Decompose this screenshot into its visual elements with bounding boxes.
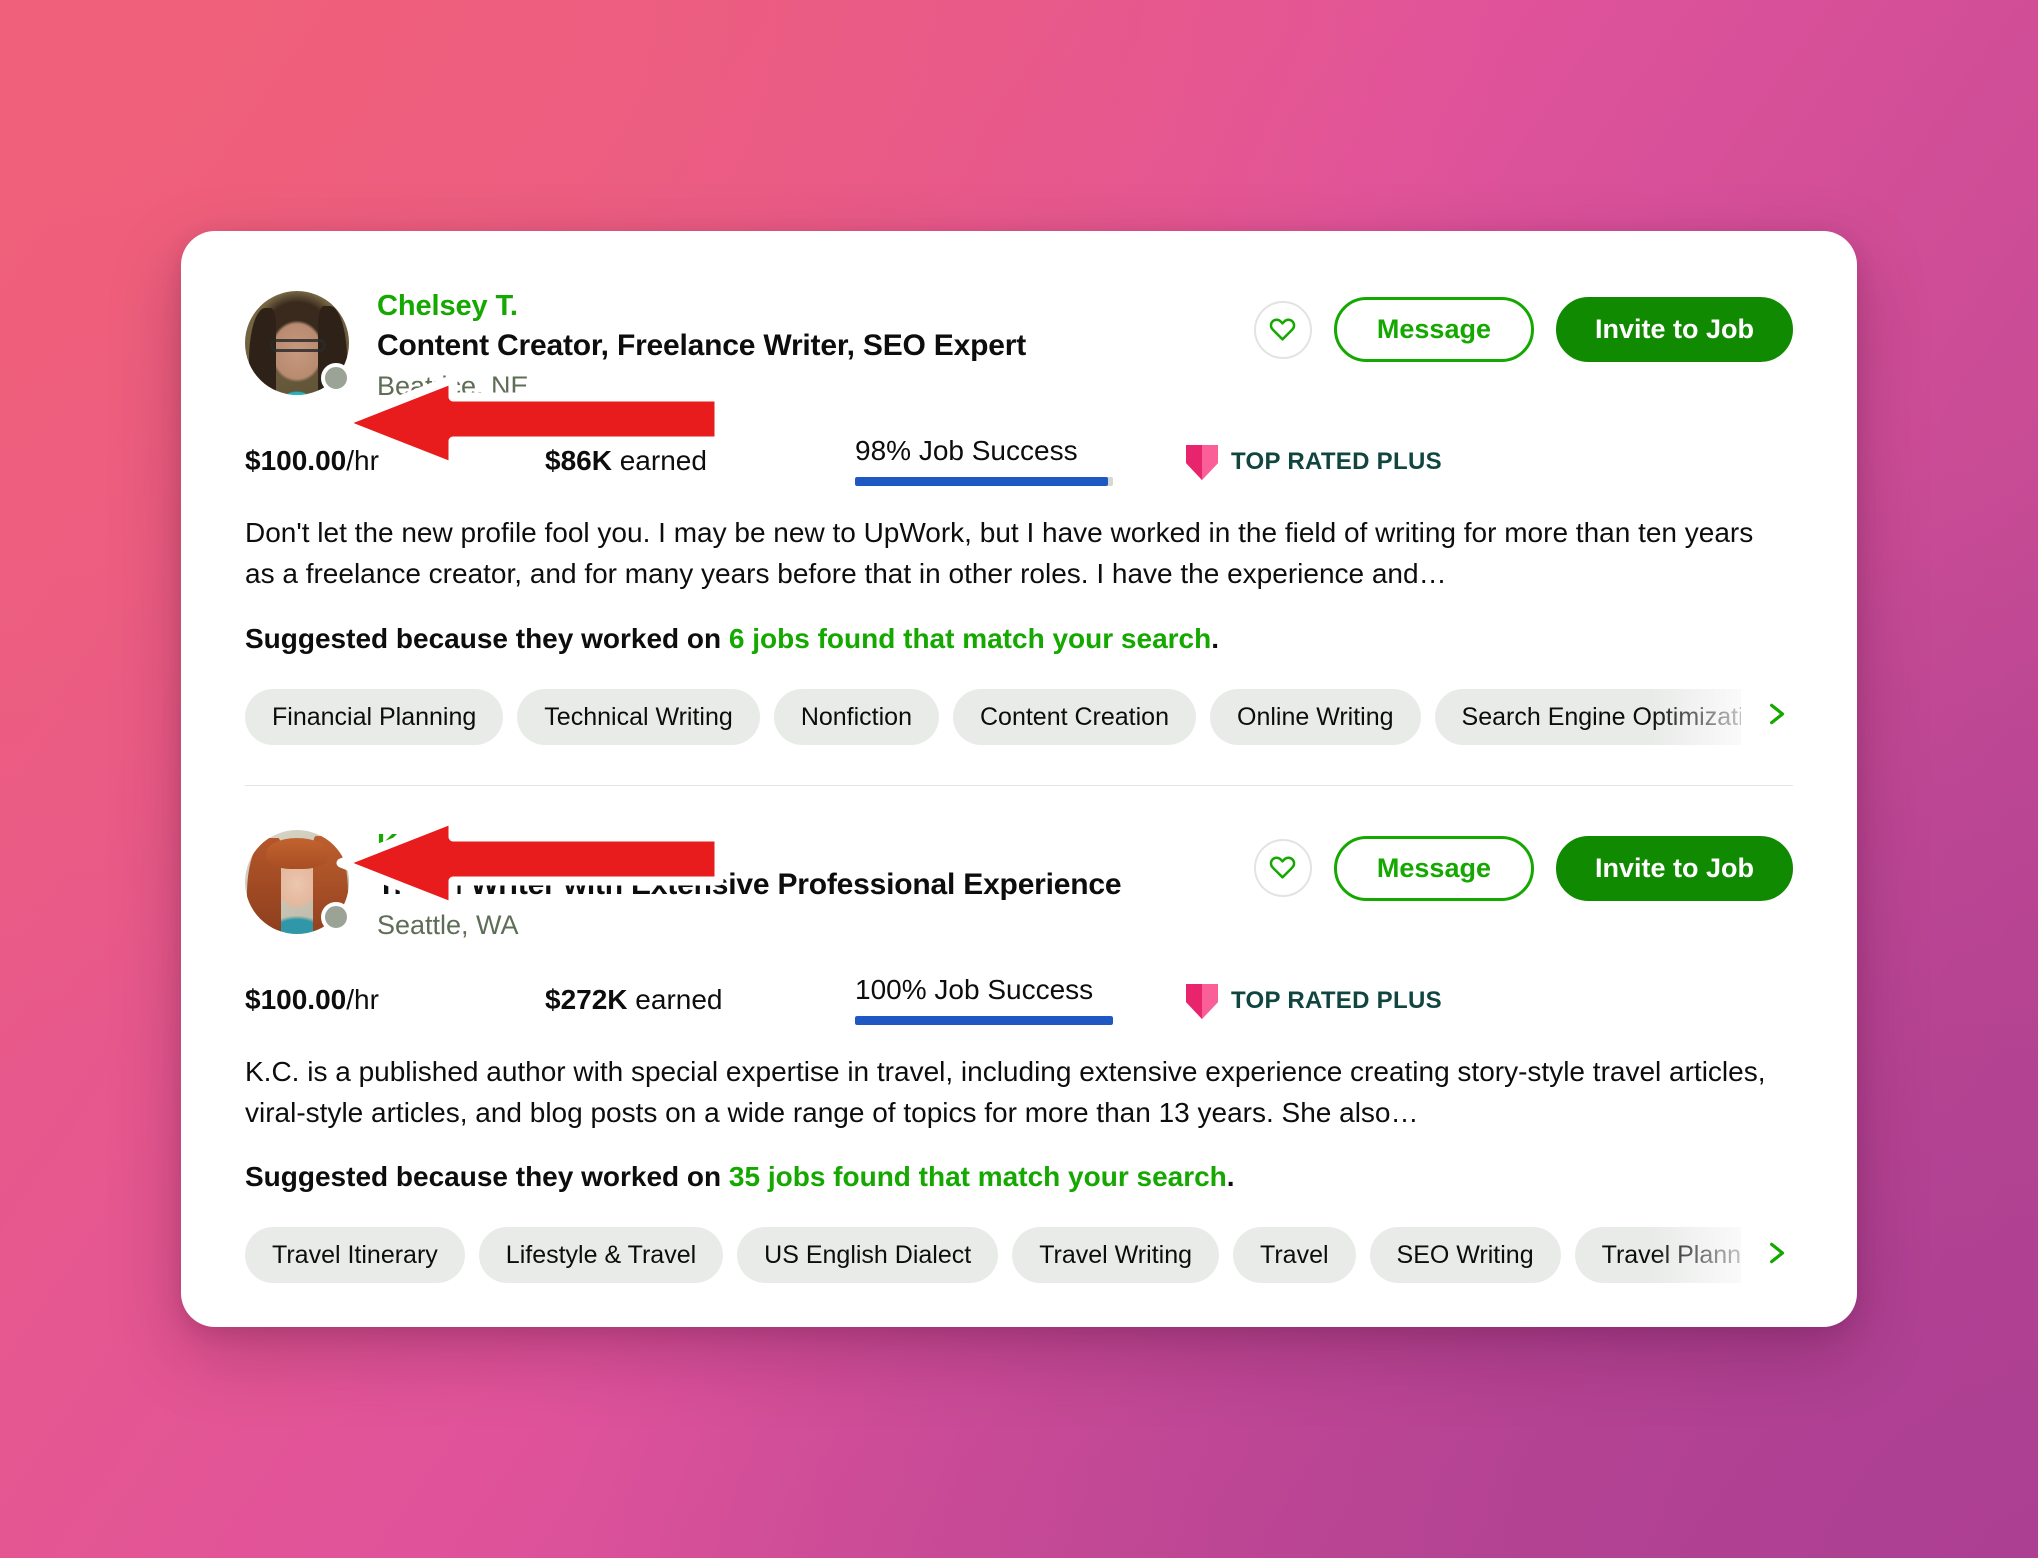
suggested-prefix: Suggested because they worked on [245, 1161, 729, 1192]
suggested-prefix: Suggested because they worked on [245, 622, 729, 654]
avatar[interactable] [245, 829, 351, 934]
freelancer-identity: Karen 'K.C.' D. Travel Writer with Exten… [377, 826, 1254, 944]
freelancer-description: K.C. is a published author with special … [245, 1055, 1766, 1128]
skill-tag[interactable]: Nonfiction [773, 688, 939, 745]
hourly-rate: $100.00/hr [245, 435, 545, 477]
entry-divider [245, 784, 1793, 786]
hourly-rate: $100.00/hr [245, 974, 545, 1016]
skill-tag[interactable]: Travel Itinerary [245, 1227, 465, 1283]
total-earned: $86K earned [545, 435, 855, 477]
suggested-suffix: . [1211, 622, 1219, 654]
rate-unit: /hr [346, 445, 379, 476]
suggested-suffix: . [1226, 1161, 1235, 1192]
avatar[interactable] [245, 291, 351, 395]
freelancer-identity: Chelsey T. Content Creator, Freelance Wr… [377, 287, 1254, 405]
skill-tag[interactable]: Technical Writing [517, 688, 760, 745]
freelancer-title: Travel Writer with Extensive Professiona… [377, 867, 1122, 901]
freelancer-name-link[interactable]: Chelsey T. [377, 289, 1254, 324]
favorite-button[interactable] [1253, 839, 1312, 897]
top-rated-plus-badge: TOP RATED PLUS [1185, 435, 1442, 481]
rate-unit: /hr [346, 983, 379, 1015]
earned-label: earned [635, 983, 723, 1015]
suggested-jobs-link[interactable]: 35 jobs found that match your search [729, 1161, 1227, 1192]
suggested-reason: Suggested because they worked on 6 jobs … [245, 623, 1793, 655]
job-success-label: 98% Job Success [855, 435, 1078, 466]
skill-tags-list: Travel Itinerary Lifestyle & Travel US Eng… [245, 1227, 1741, 1283]
earned-label: earned [619, 445, 707, 476]
heart-icon [1269, 852, 1296, 884]
skill-tag[interactable]: US English Dialect [737, 1227, 999, 1283]
skill-tags-row: Financial Planning Technical Writing Nonfi… [245, 688, 1793, 745]
job-success-score: 98% Job Success [855, 435, 1185, 487]
freelancer-header: Karen 'K.C.' D. Travel Writer with Exten… [245, 826, 1793, 944]
job-success-track [855, 1015, 1113, 1025]
freelancer-stats: $100.00/hr $86K earned 98% Job Success T… [245, 435, 1793, 487]
freelancer-title: Content Creator, Freelance Writer, SEO E… [377, 329, 1026, 363]
skill-tag[interactable]: Online Writing [1210, 688, 1421, 745]
skill-tag[interactable]: Financial Planning [245, 688, 504, 745]
rate-amount: $100.00 [245, 983, 347, 1015]
job-success-score: 100% Job Success [855, 974, 1185, 1025]
freelancer-header: Chelsey T. Content Creator, Freelance Wr… [245, 287, 1793, 405]
freelancer-results-card: Chelsey T. Content Creator, Freelance Wr… [181, 231, 1857, 1327]
suggested-reason: Suggested because they worked on 35 jobs… [245, 1161, 1793, 1193]
heart-icon [1269, 314, 1296, 346]
job-success-label: 100% Job Success [855, 973, 1094, 1005]
skill-tag[interactable]: Lifestyle & Travel [478, 1227, 724, 1283]
freelancer-location: Seattle, WA [377, 909, 519, 940]
freelancer-description: Don't let the new profile fool you. I ma… [245, 517, 1754, 590]
freelancer-entry: Karen 'K.C.' D. Travel Writer with Exten… [245, 826, 1793, 1283]
freelancer-name-link[interactable]: Karen 'K.C.' D. [377, 828, 1254, 863]
suggested-jobs-link[interactable]: 6 jobs found that match your search [729, 623, 1211, 654]
skill-tags-list: Financial Planning Technical Writing Nonfi… [245, 688, 1741, 745]
message-button[interactable]: Message [1333, 835, 1534, 901]
avatar-detail [265, 837, 329, 869]
freelancer-stats: $100.00/hr $272K earned 100% Job Success… [245, 974, 1793, 1025]
rate-amount: $100.00 [245, 445, 347, 476]
invite-to-job-button[interactable]: Invite to Job [1555, 297, 1793, 362]
avatar-detail [269, 338, 327, 353]
job-success-track [855, 477, 1113, 487]
skill-tags-next-button[interactable] [1759, 1237, 1793, 1274]
badge-label: TOP RATED PLUS [1231, 448, 1442, 475]
skill-tags-row: Travel Itinerary Lifestyle & Travel US Eng… [245, 1227, 1793, 1283]
invite-to-job-button[interactable]: Invite to Job [1555, 835, 1793, 901]
skill-tag[interactable]: Content Creation [952, 688, 1196, 745]
skill-tag[interactable]: SEO Writing [1369, 1227, 1561, 1283]
skill-tag[interactable]: Travel Planning [1574, 1227, 1741, 1283]
badge-label: TOP RATED PLUS [1231, 986, 1442, 1014]
skill-tags-next-button[interactable] [1759, 698, 1793, 735]
online-status-indicator [321, 901, 351, 932]
skill-tag[interactable]: Travel [1233, 1227, 1356, 1283]
chevron-right-icon [1763, 698, 1789, 735]
freelancer-location: Beatrice, NE [377, 371, 529, 402]
message-button[interactable]: Message [1333, 297, 1534, 362]
earned-amount: $86K [545, 445, 612, 476]
chevron-right-icon [1763, 1237, 1789, 1274]
shield-icon [1185, 443, 1219, 481]
total-earned: $272K earned [545, 974, 855, 1016]
earned-amount: $272K [545, 983, 628, 1015]
shield-icon [1185, 982, 1219, 1020]
online-status-indicator [321, 363, 351, 393]
freelancer-actions: Message Invite to Job [1253, 287, 1793, 362]
job-success-fill [855, 477, 1108, 487]
skill-tag[interactable]: Search Engine Optimization [1434, 688, 1741, 745]
skill-tag[interactable]: Travel Writing [1012, 1227, 1219, 1283]
job-success-fill [855, 1015, 1113, 1025]
freelancer-entry: Chelsey T. Content Creator, Freelance Wr… [245, 287, 1793, 786]
top-rated-plus-badge: TOP RATED PLUS [1185, 974, 1442, 1020]
favorite-button[interactable] [1253, 300, 1312, 359]
freelancer-actions: Message Invite to Job [1253, 826, 1793, 901]
